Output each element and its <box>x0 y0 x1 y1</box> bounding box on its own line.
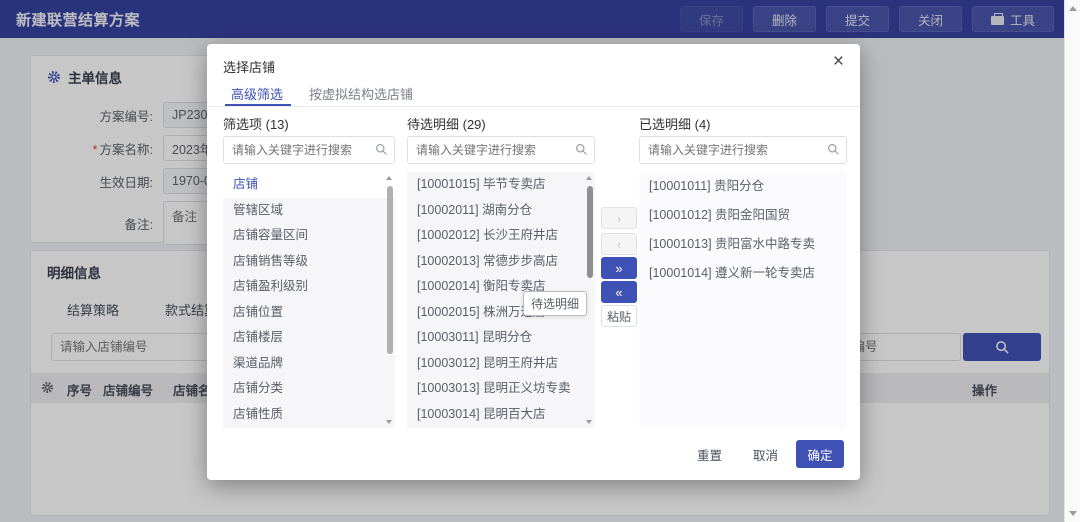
filter-list-item[interactable]: 渠道品牌 <box>223 351 395 377</box>
available-list-item[interactable]: [10002012] 长沙王府井店 <box>407 223 595 249</box>
scroll-down-icon[interactable] <box>386 420 392 424</box>
filter-list-scrollbar[interactable] <box>385 174 395 426</box>
filter-list-items: 店铺 管辖区域 店铺容量区间 店铺销售等级 店铺盈利级别 店铺位置 店铺楼层 渠道品牌 店铺分类… <box>223 172 395 427</box>
available-list-item[interactable]: [10001015] 毕节专卖店 <box>407 172 595 198</box>
move-right-button[interactable]: › <box>601 207 637 229</box>
dialog-footer: 重置 取消 确定 <box>207 440 860 470</box>
scroll-up-icon[interactable] <box>1069 6 1077 11</box>
available-list-item[interactable]: [10002011] 湖南分仓 <box>407 198 595 224</box>
search-icon <box>828 144 839 155</box>
transfer-tooltip: 待选明细 <box>523 291 588 316</box>
filter-search-input[interactable] <box>223 136 395 164</box>
selected-list-item[interactable]: [10001012] 贵阳金阳国贸 <box>639 201 847 230</box>
search-icon <box>376 144 387 155</box>
filter-list-item[interactable]: 店铺楼层 <box>223 325 395 351</box>
available-search-input[interactable] <box>407 136 595 164</box>
available-list-item[interactable]: [10003011] 昆明分仓 <box>407 325 595 351</box>
available-list-item[interactable]: [10003014] 昆明百大店 <box>407 402 595 428</box>
select-store-dialog: 选择店铺 × 高级筛选 按虚拟结构选店铺 筛选项 (13) 店铺管辖区域店铺容量… <box>207 44 860 480</box>
scroll-down-icon[interactable] <box>586 420 592 424</box>
filter-panel-title: 筛选项 (13) <box>223 117 289 132</box>
available-panel-title: 待选明细 (29) <box>407 117 486 132</box>
reset-button[interactable]: 重置 <box>697 440 722 468</box>
filter-list-item[interactable]: 店铺 <box>223 172 395 198</box>
selected-list-item[interactable]: [10001014] 遵义新一轮专卖店 <box>639 259 847 288</box>
filter-list-item[interactable]: 管辖区域 <box>223 198 395 224</box>
selected-list: [10001011] 贵阳分仓 [10001012] 贵阳金阳国贸 [1000101… <box>639 172 847 428</box>
selected-list-item[interactable]: [10001013] 贵阳富水中路专卖 <box>639 230 847 259</box>
tabs-divider <box>207 106 860 107</box>
scroll-up-icon[interactable] <box>386 176 392 180</box>
filter-list-item[interactable]: 店铺容量区间 <box>223 223 395 249</box>
selected-list-item[interactable]: [10001011] 贵阳分仓 <box>639 172 847 201</box>
selected-search-input[interactable] <box>639 136 847 164</box>
filter-list-item[interactable]: 店铺性质 <box>223 402 395 428</box>
cancel-button[interactable]: 取消 <box>753 440 778 468</box>
scroll-up-icon[interactable] <box>586 176 592 180</box>
filter-search <box>223 136 395 164</box>
filter-list-item[interactable]: 店铺位置 <box>223 300 395 326</box>
filter-list: 店铺 管辖区域 店铺容量区间 店铺销售等级 店铺盈利级别 店铺位置 店铺楼层 渠道品牌 店铺分类… <box>223 172 395 428</box>
available-search <box>407 136 595 164</box>
available-list-item[interactable]: [10003012] 昆明王府井店 <box>407 351 595 377</box>
search-icon <box>576 144 587 155</box>
filter-list-item[interactable]: 店铺销售等级 <box>223 249 395 275</box>
page-scrollbar[interactable] <box>1064 0 1080 522</box>
selected-list-items: [10001011] 贵阳分仓 [10001012] 贵阳金阳国贸 [1000101… <box>639 172 847 288</box>
paste-button[interactable]: 粘贴 <box>601 305 637 327</box>
scrollbar-thumb[interactable] <box>587 186 593 278</box>
scrollbar-thumb[interactable] <box>387 186 393 354</box>
dialog-close-icon[interactable]: × <box>833 52 844 71</box>
available-list-item[interactable]: [10003013] 昆明正义坊专卖 <box>407 376 595 402</box>
tab-advanced-filter[interactable]: 高级筛选 <box>231 84 283 103</box>
selected-panel-title: 已选明细 (4) <box>639 117 711 132</box>
selected-search <box>639 136 847 164</box>
filter-list-item[interactable]: 店铺分类 <box>223 376 395 402</box>
tab-virtual-structure[interactable]: 按虚拟结构选店铺 <box>309 84 413 103</box>
confirm-button[interactable]: 确定 <box>796 440 844 468</box>
scroll-down-icon[interactable] <box>1069 511 1077 516</box>
move-all-left-button[interactable]: « <box>601 281 637 303</box>
move-left-button[interactable]: ‹ <box>601 233 637 255</box>
available-list-item[interactable]: [10002013] 常德步步高店 <box>407 249 595 275</box>
move-all-right-button[interactable]: » <box>601 257 637 279</box>
dialog-title: 选择店铺 <box>223 60 276 75</box>
filter-list-item[interactable]: 店铺盈利级别 <box>223 274 395 300</box>
